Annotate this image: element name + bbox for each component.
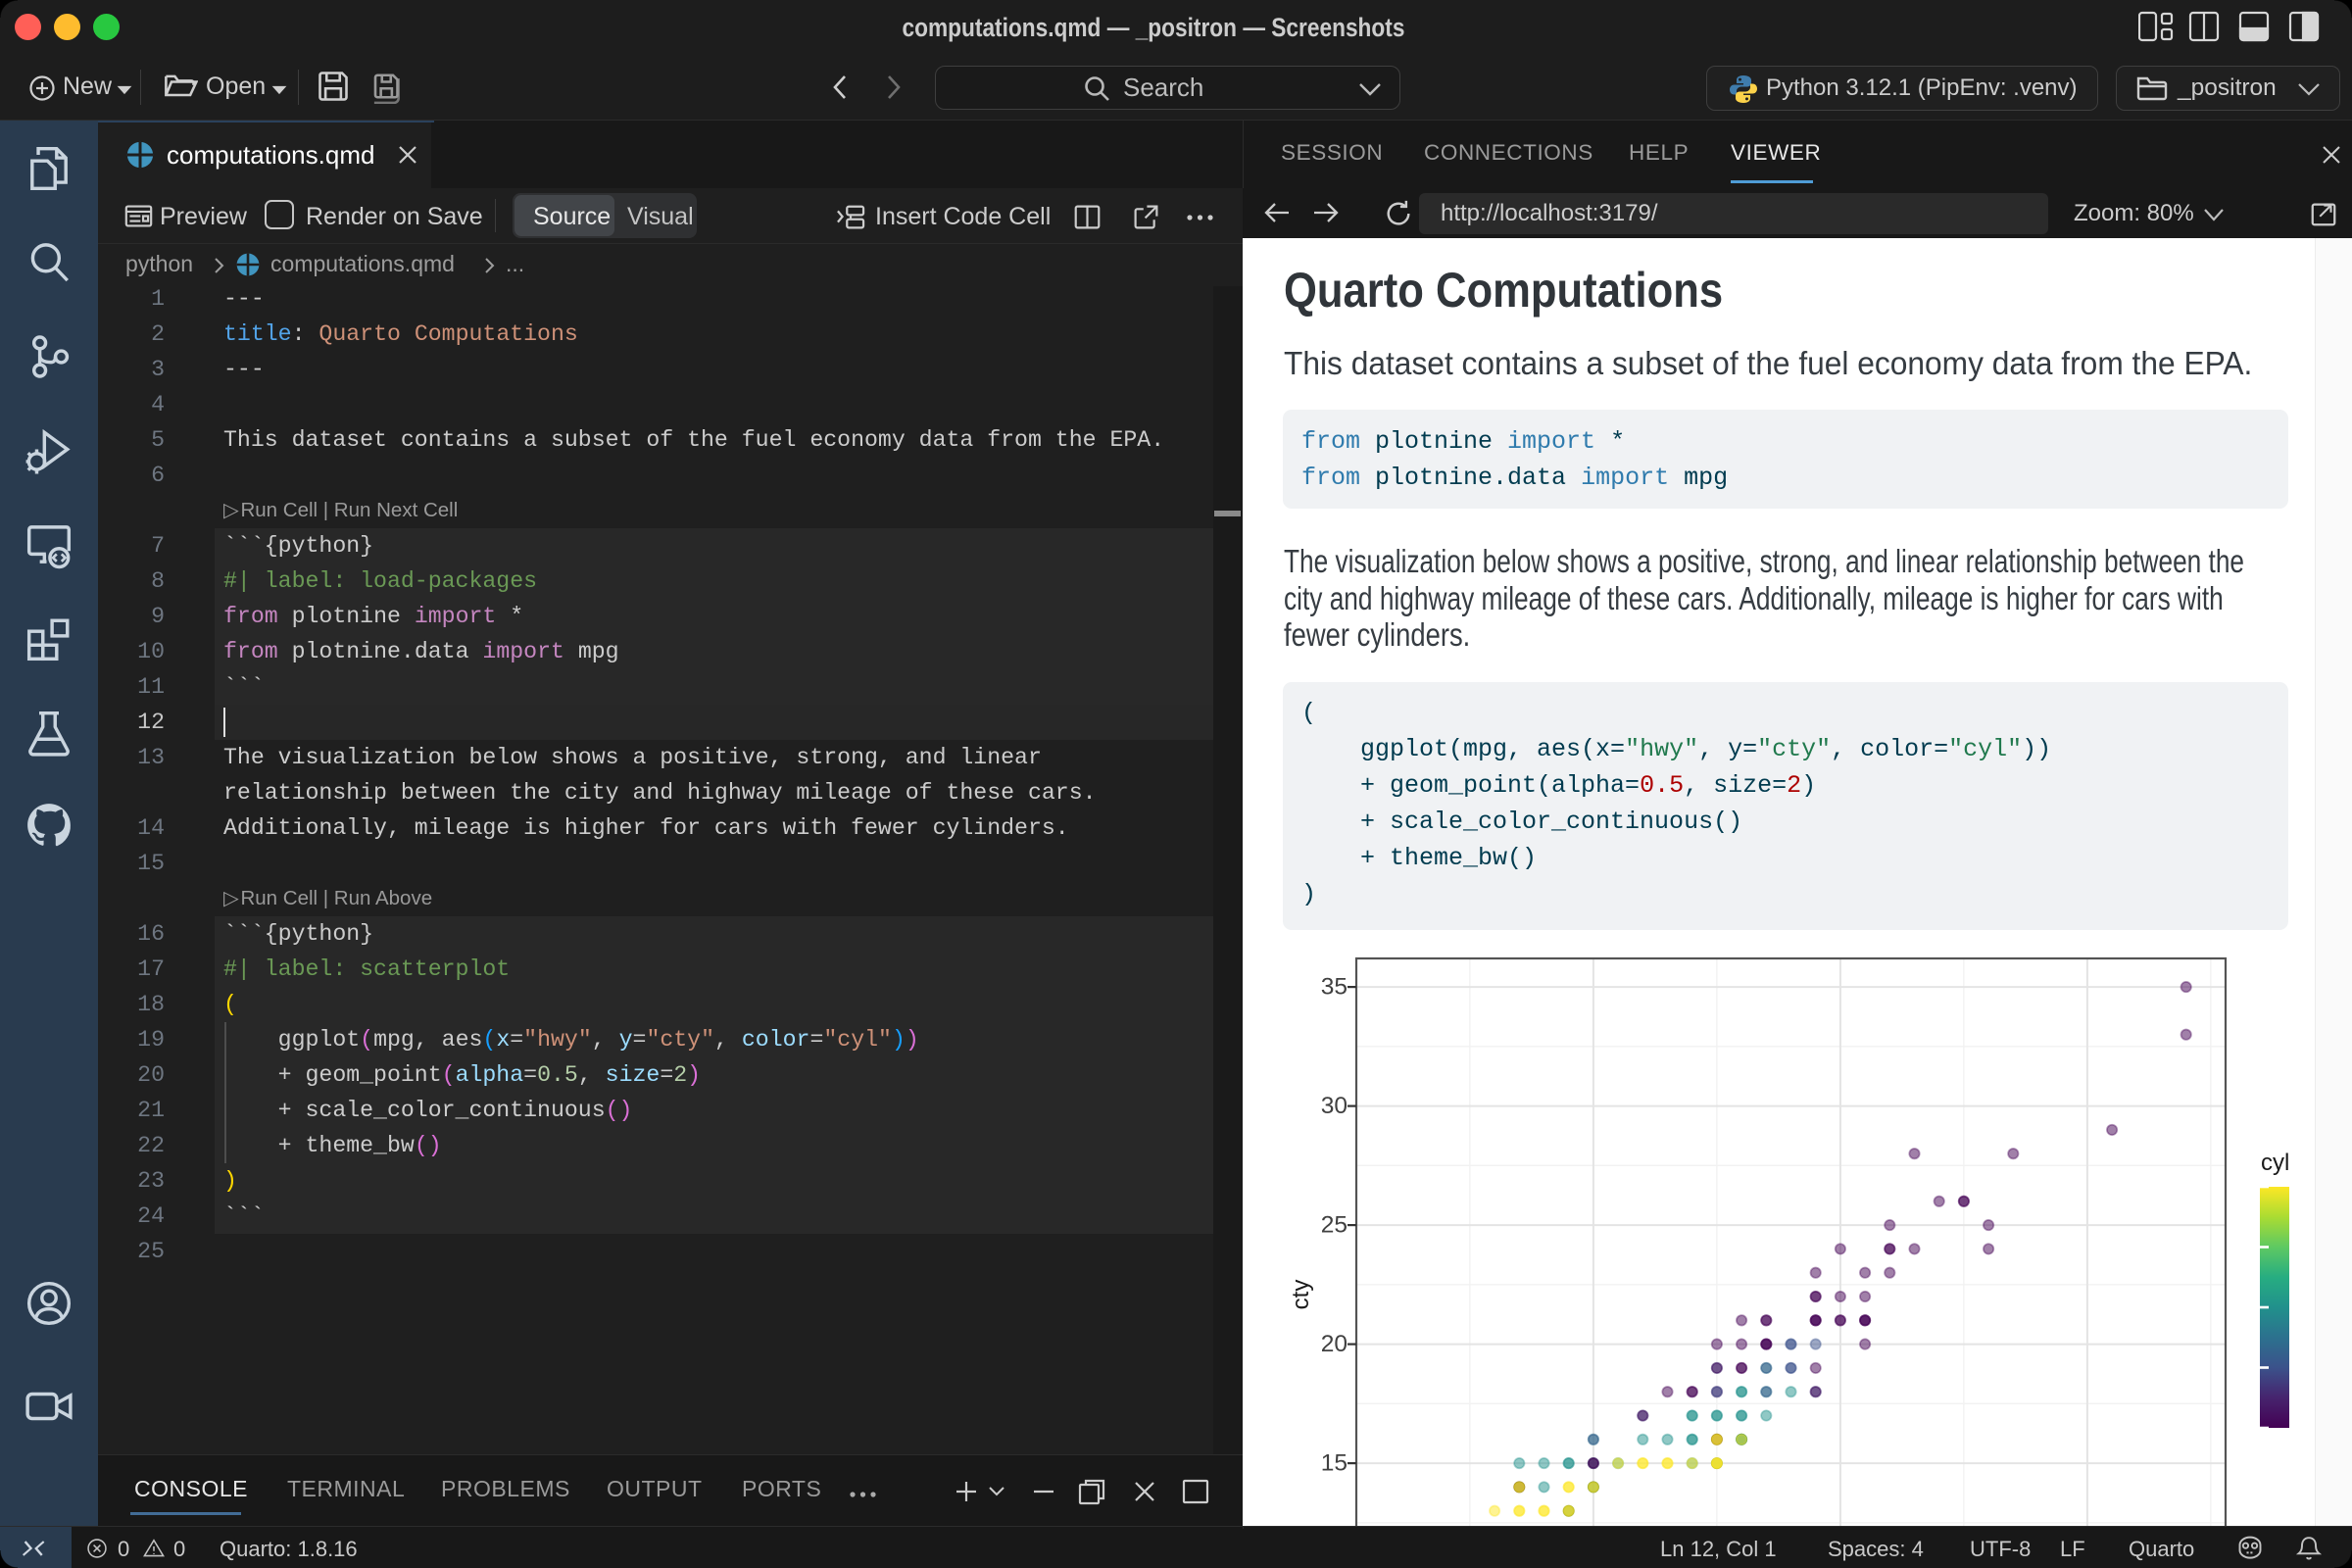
svg-text:35: 35 — [1321, 974, 1348, 1001]
svg-text:20: 20 — [1321, 1331, 1348, 1357]
svg-text:cty: cty — [1288, 1280, 1314, 1310]
svg-text:30: 30 — [1321, 1093, 1348, 1119]
svg-text:15: 15 — [1321, 1450, 1348, 1477]
svg-text:cyl: cyl — [2261, 1150, 2289, 1176]
svg-text:25: 25 — [1321, 1212, 1348, 1239]
